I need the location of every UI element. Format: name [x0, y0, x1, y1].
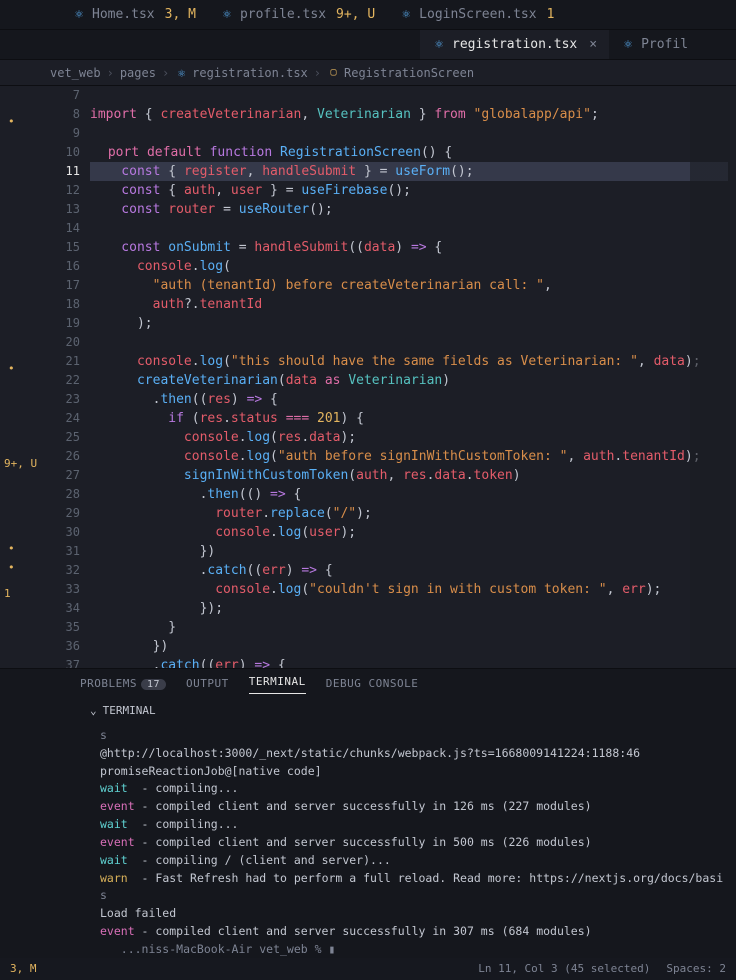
dot-icon: •	[8, 560, 15, 577]
panel-tabs: PROBLEMS17 OUTPUT TERMINAL DEBUG CONSOLE	[0, 669, 736, 699]
breadcrumb: vet_web › pages › registration.tsx › Reg…	[0, 60, 736, 86]
tab-badge: 3, M	[165, 5, 196, 25]
terminal-header[interactable]: TERMINAL	[0, 699, 736, 723]
tab-profile[interactable]: profile.tsx 9+, U	[208, 0, 387, 29]
problems-count: 17	[141, 679, 166, 690]
symbol-icon	[327, 66, 340, 79]
terminal-body[interactable]: s@http://localhost:3000/_next/static/chu…	[0, 723, 736, 958]
panel-tab-problems[interactable]: PROBLEMS17	[80, 676, 166, 693]
tab-label: LoginScreen.tsx	[419, 5, 536, 25]
line-number-gutter[interactable]: 7891011121314151617181920212223242526272…	[46, 86, 90, 668]
tab-label: registration.tsx	[452, 35, 577, 55]
dot-icon: •	[8, 361, 15, 378]
tab-home[interactable]: Home.tsx 3, M	[60, 0, 208, 29]
tab-label: profile.tsx	[240, 5, 326, 25]
react-icon	[621, 38, 635, 52]
tab-badge: 9+, U	[336, 5, 375, 25]
panel-tab-terminal[interactable]: TERMINAL	[249, 674, 306, 694]
panel-tab-output[interactable]: OUTPUT	[186, 676, 229, 693]
react-icon	[220, 8, 234, 22]
dot-icon: •	[8, 114, 15, 131]
react-icon	[72, 8, 86, 22]
crumb-symbol[interactable]: RegistrationScreen	[327, 64, 474, 82]
tab-row-2: registration.tsx × Profil	[0, 30, 736, 60]
tab-profil-2[interactable]: Profil	[609, 30, 700, 59]
tab-label: Profil	[641, 35, 688, 55]
tab-login[interactable]: LoginScreen.tsx 1	[387, 0, 566, 29]
close-icon[interactable]: ×	[589, 35, 597, 55]
crumb-folder[interactable]: pages	[120, 64, 156, 82]
chevron-down-icon	[90, 703, 97, 720]
react-icon	[175, 66, 188, 79]
scm-annotation: 9+, U	[4, 456, 37, 473]
minimap[interactable]	[690, 86, 736, 668]
tab-badge: 1	[547, 5, 555, 25]
tab-row-1: Home.tsx 3, M profile.tsx 9+, U LoginScr…	[0, 0, 736, 30]
react-icon	[432, 38, 446, 52]
scm-annotation: 3, M	[10, 961, 37, 978]
status-spaces[interactable]: Spaces: 2	[666, 961, 726, 978]
code-editor[interactable]: 9+, U 1 • • • • 789101112131415161718192…	[0, 86, 736, 668]
code-body[interactable]: import { createVeterinarian, Veterinaria…	[90, 86, 736, 668]
editor-margin: 9+, U 1 • • • •	[0, 86, 46, 668]
panel-tab-debug[interactable]: DEBUG CONSOLE	[326, 676, 419, 693]
status-bar: 3, M Ln 11, Col 3 (45 selected) Spaces: …	[0, 958, 736, 980]
crumb-project[interactable]: vet_web	[50, 64, 101, 82]
tab-registration[interactable]: registration.tsx ×	[420, 30, 609, 59]
react-icon	[399, 8, 413, 22]
dot-icon: •	[8, 541, 15, 558]
status-cursor[interactable]: Ln 11, Col 3 (45 selected)	[478, 961, 650, 978]
tab-label: Home.tsx	[92, 5, 155, 25]
bottom-panel: PROBLEMS17 OUTPUT TERMINAL DEBUG CONSOLE…	[0, 668, 736, 958]
scm-annotation: 1	[4, 586, 11, 603]
crumb-file[interactable]: registration.tsx	[175, 64, 308, 82]
